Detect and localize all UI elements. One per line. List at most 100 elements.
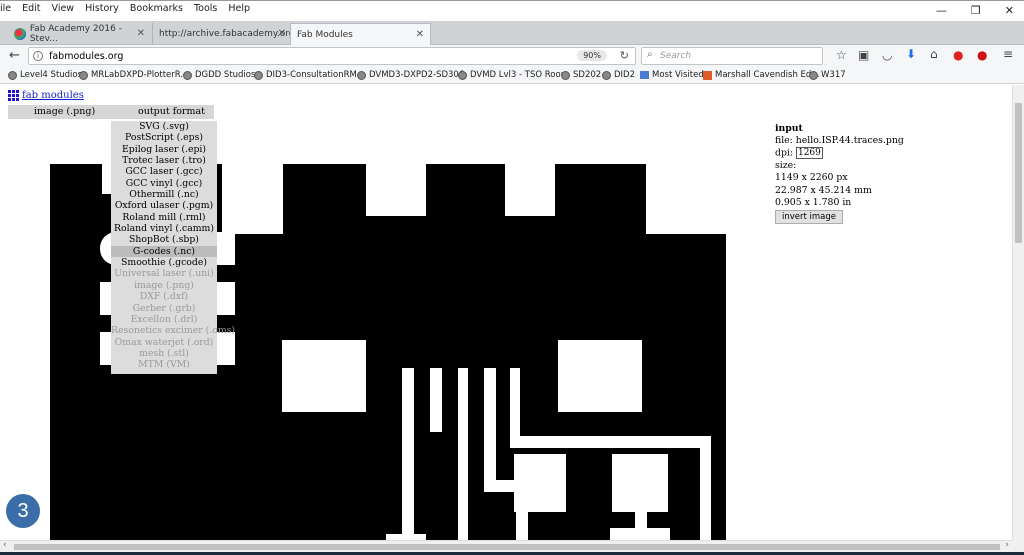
globe-icon — [8, 70, 17, 80]
pocket-icon[interactable]: ◡ — [882, 48, 892, 62]
dpi-row: dpi: — [775, 147, 904, 160]
output-option[interactable]: Roland vinyl (.camm) — [111, 223, 217, 234]
bookmark-item[interactable]: W317 — [809, 70, 846, 80]
pad — [282, 340, 366, 412]
close-window-button[interactable]: ✕ — [1005, 4, 1014, 17]
tab-archive[interactable]: http://archive.fabacademy.org... ✕ — [152, 23, 303, 45]
search-placeholder: Search — [660, 51, 692, 61]
bookmarks-bar: Level4 Studios MRLabDXPD-PlotterR... DGD… — [0, 67, 1024, 84]
scroll-corner — [1012, 540, 1024, 552]
close-icon[interactable]: ✕ — [278, 28, 286, 39]
navigation-bar: ← i fabmodules.org 90% ↻ ⌕ Search ☆ ▣ ◡ … — [0, 45, 1024, 67]
bookmark-item[interactable]: DGDD Studios — [183, 70, 255, 80]
download-icon[interactable]: ⬇ — [906, 47, 916, 61]
output-option[interactable]: Epilog laser (.epi) — [111, 144, 217, 155]
page-content: fab modules image (.png) output format S… — [0, 85, 1012, 540]
bookmark-item[interactable]: DVMD Lvl3 - TSO Room — [458, 70, 569, 80]
output-option[interactable]: GCC laser (.gcc) — [111, 166, 217, 177]
output-option[interactable]: Smoothie (.gcode) — [111, 257, 217, 268]
trace — [458, 368, 468, 540]
tab-fab-academy[interactable]: Fab Academy 2016 - Stev... ✕ — [8, 23, 151, 45]
bookmark-item[interactable]: SD202 — [561, 70, 601, 80]
minimize-button[interactable]: — — [936, 4, 947, 17]
title-bar: ile Edit View History Bookmarks Tools He… — [0, 0, 1024, 21]
trace — [516, 512, 528, 540]
output-option[interactable]: Oxford ulaser (.pgm) — [111, 200, 217, 211]
output-option[interactable]: PostScript (.eps) — [111, 132, 217, 143]
tab-fab-modules[interactable]: Fab Modules ✕ — [290, 23, 431, 45]
menu-bar: ile Edit View History Bookmarks Tools He… — [0, 3, 261, 14]
output-option[interactable]: Trotec laser (.tro) — [111, 155, 217, 166]
url-bar[interactable]: i fabmodules.org 90% ↻ — [28, 47, 636, 65]
search-input[interactable]: ⌕ Search — [641, 47, 823, 65]
notch — [366, 164, 426, 216]
close-icon[interactable]: ✕ — [137, 28, 145, 39]
bookmark-item[interactable]: DVMD3-DXPD2-SD306 — [357, 70, 464, 80]
tab-label: Fab Modules — [297, 29, 353, 40]
menu-edit[interactable]: Edit — [22, 3, 40, 14]
menu-file[interactable]: ile — [0, 3, 11, 14]
horizontal-scrollbar[interactable]: ‹ › — [0, 540, 1012, 552]
back-arrow-icon[interactable]: ← — [9, 48, 20, 63]
format-bar: image (.png) output format — [8, 105, 214, 119]
output-option[interactable]: ShopBot (.sbp) — [111, 234, 217, 245]
vertical-scroll-thumb[interactable] — [1015, 103, 1022, 243]
output-option-disabled: Excellon (.drl) — [130, 313, 198, 325]
invert-image-button[interactable]: invert image — [775, 209, 844, 224]
horizontal-scroll-thumb[interactable] — [14, 544, 1000, 550]
bookmark-item[interactable]: DID2 — [602, 70, 635, 80]
restore-button[interactable]: ❐ — [971, 4, 981, 17]
zoom-indicator[interactable]: 90% — [577, 50, 607, 61]
notch — [222, 164, 283, 234]
vertical-scrollbar[interactable] — [1012, 85, 1024, 540]
output-option-gcodes[interactable]: G-codes (.nc) — [111, 245, 217, 258]
menu-bookmarks[interactable]: Bookmarks — [130, 3, 183, 14]
pad — [612, 454, 668, 512]
output-option[interactable]: Othermill (.nc) — [111, 189, 217, 200]
size-label: size: — [775, 160, 797, 172]
fab-academy-favicon-icon — [14, 28, 26, 40]
reading-list-icon[interactable]: ▣ — [858, 48, 869, 62]
bookmark-item[interactable]: Marshall Cavendish Ed... — [703, 70, 819, 80]
fab-modules-logo[interactable]: fab modules — [8, 90, 84, 101]
fab-grid-icon — [8, 90, 19, 101]
menu-help[interactable]: Help — [228, 3, 250, 14]
addon-icon[interactable]: ● — [953, 48, 963, 62]
menu-history[interactable]: History — [85, 3, 119, 14]
globe-icon — [357, 70, 366, 80]
output-option-disabled: MTM (VM) — [138, 359, 190, 371]
output-option-disabled: image (.png) — [134, 279, 194, 291]
scroll-left-icon[interactable]: ‹ — [3, 540, 7, 550]
output-option[interactable]: SVG (.svg) — [111, 121, 217, 132]
output-option[interactable]: GCC vinyl (.gcc) — [111, 178, 217, 189]
tab-label: Fab Academy 2016 - Stev... — [29, 24, 122, 44]
bookmark-item[interactable]: Level4 Studios — [8, 70, 82, 80]
input-format-select[interactable]: image (.png) — [34, 106, 95, 117]
hamburger-menu-icon[interactable]: ≡ — [1003, 47, 1013, 61]
bookmark-item[interactable]: MRLabDXPD-PlotterR... — [79, 70, 188, 80]
size-mm: 22.987 x 45.214 mm — [775, 184, 872, 196]
bookmark-star-icon[interactable]: ☆ — [836, 48, 847, 62]
bookmark-folder[interactable]: Most Visited — [640, 70, 704, 80]
window-controls: — ❐ ✕ — [936, 4, 1014, 17]
dpi-input[interactable] — [795, 147, 823, 160]
menu-tools[interactable]: Tools — [194, 3, 217, 14]
search-icon: ⌕ — [647, 49, 653, 60]
home-icon[interactable]: ⌂ — [930, 47, 938, 61]
close-icon[interactable]: ✕ — [416, 29, 424, 40]
step-badge: 3 — [6, 494, 40, 528]
globe-icon — [602, 70, 611, 80]
reload-icon[interactable]: ↻ — [620, 49, 629, 62]
bookmark-item[interactable]: DID3-ConsultationRM... — [254, 70, 365, 80]
output-option[interactable]: Roland mill (.rml) — [111, 212, 217, 223]
globe-icon — [458, 70, 467, 80]
fab-modules-link[interactable]: fab modules — [22, 90, 84, 101]
menu-view[interactable]: View — [52, 3, 75, 14]
extension-icon[interactable]: ● — [977, 48, 987, 62]
tab-strip: Fab Academy 2016 - Stev... ✕ http://arch… — [0, 21, 1024, 63]
size-in: 0.905 x 1.780 in — [775, 196, 852, 208]
info-icon[interactable]: i — [33, 51, 43, 61]
scroll-right-icon[interactable]: › — [1005, 540, 1009, 550]
trace — [610, 528, 670, 540]
output-format-select[interactable]: output format — [138, 106, 205, 117]
